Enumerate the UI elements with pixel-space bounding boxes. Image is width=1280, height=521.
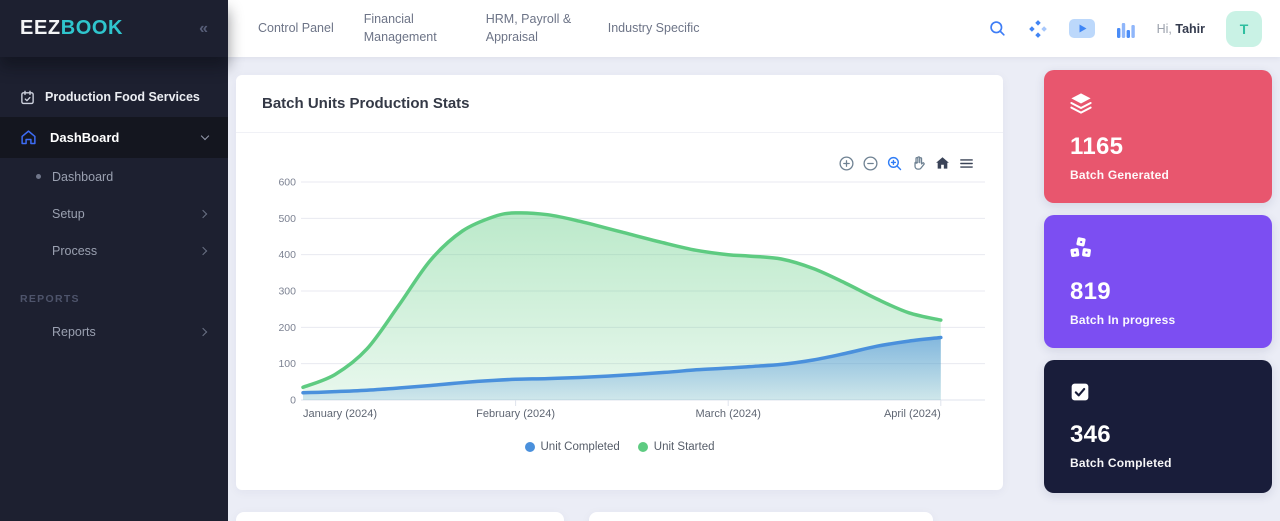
calendar-check-icon: [20, 90, 35, 105]
nav-links: Control Panel Financial Management HRM, …: [258, 11, 699, 46]
sidebar-item-label: Production Food Services: [45, 90, 200, 104]
app-root: EEZBOOK « Production Food Services DashB…: [0, 0, 1280, 521]
stat-label: Batch In progress: [1070, 313, 1246, 327]
chart-title: Batch Units Production Stats: [262, 95, 470, 112]
legend-item-unit-started[interactable]: Unit Started: [638, 441, 715, 453]
layers-icon: [1070, 92, 1092, 114]
sidebar-header: EEZBOOK «: [0, 0, 228, 57]
stat-value: 346: [1070, 421, 1246, 449]
stat-label: Batch Completed: [1070, 456, 1246, 470]
nav-link-hrm-payroll-appraisal[interactable]: HRM, Payroll & Appraisal: [486, 11, 578, 46]
svg-text:January (2024): January (2024): [303, 408, 377, 420]
stat-value: 819: [1070, 278, 1246, 306]
stat-card-batch-in-progress[interactable]: 819 Batch In progress: [1044, 215, 1272, 348]
apps-grid-icon[interactable]: [1028, 19, 1048, 39]
svg-text:300: 300: [278, 286, 296, 298]
sidebar-item-label: Process: [52, 244, 97, 258]
video-tutorial-icon[interactable]: [1069, 19, 1095, 38]
svg-text:0: 0: [290, 395, 296, 407]
stat-value: 1165: [1070, 133, 1246, 161]
sidebar-section-reports: REPORTS: [20, 293, 208, 305]
chevron-right-icon: [199, 209, 207, 217]
logo-accent: BOOK: [61, 17, 123, 39]
sidebar-collapse-icon[interactable]: «: [199, 20, 208, 38]
sidebar-item-setup[interactable]: Setup: [0, 195, 228, 232]
sidebar-item-label: DashBoard: [50, 130, 189, 145]
sidebar-item-dashboard[interactable]: Dashboard: [0, 158, 228, 195]
chart-menu-icon[interactable]: [958, 155, 975, 172]
legend-item-unit-completed[interactable]: Unit Completed: [525, 441, 620, 453]
svg-text:600: 600: [278, 177, 296, 189]
dice-icon: [1070, 237, 1092, 259]
check-square-icon: [1070, 382, 1090, 402]
nav-link-financial-management[interactable]: Financial Management: [364, 11, 456, 46]
sidebar-item-label: Dashboard: [52, 170, 113, 184]
svg-text:April (2024): April (2024): [884, 408, 941, 420]
chart-selection-zoom-icon[interactable]: [886, 155, 903, 172]
sidebar: EEZBOOK « Production Food Services DashB…: [0, 0, 228, 521]
chart-card: Batch Units Production Stats: [236, 75, 1003, 490]
sidebar-item-production-food-services[interactable]: Production Food Services: [0, 87, 228, 107]
chart-legend: Unit Completed Unit Started: [236, 441, 1003, 453]
stat-card-batch-generated[interactable]: 1165 Batch Generated: [1044, 70, 1272, 203]
area-chart[interactable]: 0 100 200 300 400 500 600 January (2024) Februar…: [260, 150, 1000, 440]
greeting-name: Tahir: [1175, 22, 1205, 36]
user-greeting: Hi, Tahir: [1157, 22, 1205, 36]
top-navbar: Control Panel Financial Management HRM, …: [228, 0, 1280, 57]
main-content: Batch Units Production Stats: [228, 57, 1280, 521]
svg-text:February (2024): February (2024): [476, 408, 555, 420]
search-icon[interactable]: [988, 19, 1007, 38]
chart-reset-home-icon[interactable]: [934, 155, 951, 172]
home-icon: [20, 129, 37, 146]
nav-link-control-panel[interactable]: Control Panel: [258, 20, 334, 38]
chart-pan-hand-icon[interactable]: [910, 155, 927, 172]
bottom-card-right: [589, 512, 933, 521]
svg-text:500: 500: [278, 213, 296, 225]
chart-toolbar: [838, 155, 975, 172]
legend-dot-blue: [525, 442, 535, 452]
legend-label: Unit Started: [654, 441, 715, 453]
legend-label: Unit Completed: [541, 441, 620, 453]
greeting-prefix: Hi,: [1157, 22, 1172, 36]
svg-text:March (2024): March (2024): [695, 408, 760, 420]
svg-text:200: 200: [278, 322, 296, 334]
svg-text:400: 400: [278, 249, 296, 261]
stat-card-batch-completed[interactable]: 346 Batch Completed: [1044, 360, 1272, 493]
sidebar-item-label: Setup: [52, 207, 85, 221]
sidebar-item-label: Reports: [52, 325, 96, 339]
bar-chart-icon[interactable]: [1116, 20, 1136, 38]
chevron-down-icon: [201, 132, 209, 140]
bullet-dot-icon: [36, 174, 41, 179]
chart-zoom-in-icon[interactable]: [838, 155, 855, 172]
app-logo: EEZBOOK: [20, 17, 123, 40]
chart-zoom-out-icon[interactable]: [862, 155, 879, 172]
chevron-right-icon: [199, 246, 207, 254]
chevron-right-icon: [199, 327, 207, 335]
nav-link-industry-specific[interactable]: Industry Specific: [608, 20, 700, 38]
logo-primary: EEZ: [20, 17, 61, 39]
svg-text:100: 100: [278, 358, 296, 370]
sidebar-item-dashboard-parent[interactable]: DashBoard: [0, 117, 228, 158]
sidebar-item-reports[interactable]: Reports: [0, 313, 228, 350]
avatar[interactable]: T: [1226, 11, 1262, 47]
bottom-card-left: [236, 512, 564, 521]
stat-label: Batch Generated: [1070, 168, 1246, 182]
legend-dot-green: [638, 442, 648, 452]
sidebar-item-process[interactable]: Process: [0, 232, 228, 269]
chart-card-header: Batch Units Production Stats: [236, 75, 1003, 133]
navbar-actions: Hi, Tahir T: [988, 11, 1262, 47]
